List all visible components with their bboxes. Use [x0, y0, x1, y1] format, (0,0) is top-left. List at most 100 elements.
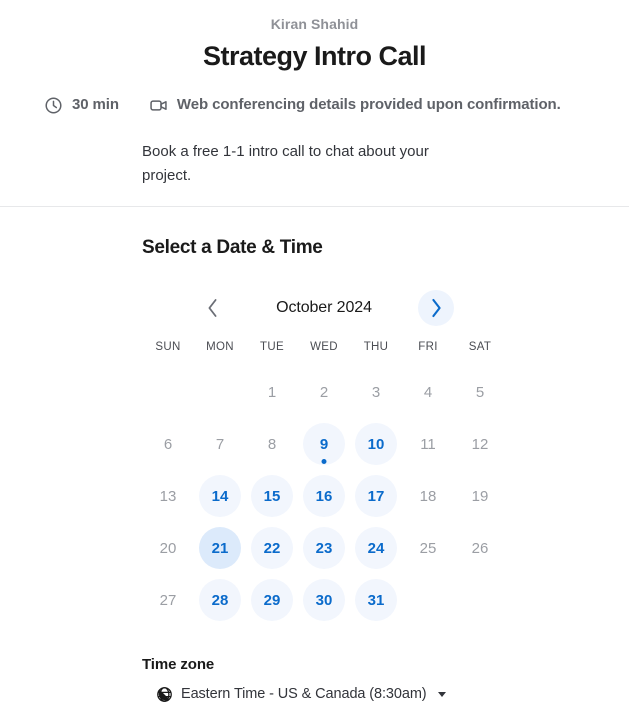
- calendar-day-8: 8: [251, 423, 293, 465]
- day-cell: 1: [246, 366, 298, 418]
- calendar-day-15[interactable]: 15: [251, 475, 293, 517]
- event-header: Kiran Shahid Strategy Intro Call: [0, 0, 629, 74]
- timezone-section: Time zone Eastern Time - US & Canada (8:…: [142, 654, 629, 704]
- calendar-day-20: 20: [147, 527, 189, 569]
- next-month-button[interactable]: [418, 290, 454, 326]
- day-cell: 26: [454, 522, 506, 574]
- weekday-sat: SAT: [468, 341, 492, 353]
- timezone-value: Eastern Time - US & Canada (8:30am): [181, 686, 427, 702]
- calendar-day-26: 26: [459, 527, 501, 569]
- day-cell: 11: [402, 418, 454, 470]
- calendar: October 2024 SUN MON TUE WED THU FRI SAT 12345…: [142, 286, 506, 626]
- calendar-day-21[interactable]: 21: [199, 527, 241, 569]
- duration-label: 30 min: [72, 96, 119, 113]
- day-cell: 24: [350, 522, 402, 574]
- location-item: Web conferencing details provided upon c…: [149, 95, 561, 115]
- month-label: October 2024: [276, 299, 372, 316]
- calendar-day-29[interactable]: 29: [251, 579, 293, 621]
- day-cell: 28: [194, 574, 246, 626]
- day-cell: 2: [298, 366, 350, 418]
- calendar-day-7: 7: [199, 423, 241, 465]
- weekday-mon: MON: [206, 341, 234, 353]
- page-title: Strategy Intro Call: [202, 41, 427, 71]
- calendar-day-13: 13: [147, 475, 189, 517]
- calendar-day-25: 25: [407, 527, 449, 569]
- calendar-day-18: 18: [407, 475, 449, 517]
- weekday-tue: TUE: [260, 341, 284, 353]
- globe-icon: [156, 686, 173, 703]
- calendar-day-2: 2: [303, 371, 345, 413]
- day-cell: 27: [142, 574, 194, 626]
- calendar-day-9[interactable]: 9: [303, 423, 345, 465]
- day-cell: 29: [246, 574, 298, 626]
- timezone-select[interactable]: Eastern Time - US & Canada (8:30am): [156, 684, 446, 704]
- weekday-thu: THU: [363, 341, 389, 353]
- calendar-day-17[interactable]: 17: [355, 475, 397, 517]
- day-cell: 30: [298, 574, 350, 626]
- day-cell: 16: [298, 470, 350, 522]
- calendar-day-19: 19: [459, 475, 501, 517]
- day-cell: 19: [454, 470, 506, 522]
- timezone-title: Time zone: [142, 656, 215, 673]
- day-cell: 6: [142, 418, 194, 470]
- day-cell: 20: [142, 522, 194, 574]
- location-label: Web conferencing details provided upon c…: [176, 96, 561, 113]
- calendar-day-12: 12: [459, 423, 501, 465]
- calendar-day-5: 5: [459, 371, 501, 413]
- calendar-day-1: 1: [251, 371, 293, 413]
- weekday-sun: SUN: [155, 341, 181, 353]
- day-cell: 3: [350, 366, 402, 418]
- calendar-day-31[interactable]: 31: [355, 579, 397, 621]
- day-cell: 21: [194, 522, 246, 574]
- day-cell: 5: [454, 366, 506, 418]
- booking-section: Select a Date & Time October 2024 SUN MON…: [0, 235, 629, 704]
- calendar-day-27: 27: [147, 579, 189, 621]
- calendar-day-10[interactable]: 10: [355, 423, 397, 465]
- day-cell-empty: [194, 366, 246, 418]
- chevron-right-icon: [431, 298, 441, 318]
- calendar-day-30[interactable]: 30: [303, 579, 345, 621]
- day-cell: 15: [246, 470, 298, 522]
- calendar-day-3: 3: [355, 371, 397, 413]
- calendar-day-14[interactable]: 14: [199, 475, 241, 517]
- calendar-day-22[interactable]: 22: [251, 527, 293, 569]
- calendar-day-4: 4: [407, 371, 449, 413]
- day-cell: 4: [402, 366, 454, 418]
- day-cell: 13: [142, 470, 194, 522]
- month-navigation: October 2024: [142, 286, 506, 330]
- prev-month-button[interactable]: [194, 290, 230, 326]
- calendar-day-16[interactable]: 16: [303, 475, 345, 517]
- day-cell: 31: [350, 574, 402, 626]
- section-divider: [0, 206, 629, 207]
- caret-down-icon: [437, 691, 446, 697]
- event-meta: 30 min Web conferencing details provided…: [0, 95, 629, 115]
- booking-page: Kiran Shahid Strategy Intro Call 30 min …: [0, 0, 629, 720]
- day-cell: 10: [350, 418, 402, 470]
- chevron-left-icon: [208, 299, 216, 317]
- weekday-header: SUN MON TUE WED THU FRI SAT: [142, 338, 506, 356]
- calendar-day-11: 11: [407, 423, 449, 465]
- event-description: Book a free 1-1 intro call to chat about…: [142, 143, 429, 184]
- clock-icon: [44, 96, 63, 115]
- calendar-day-28[interactable]: 28: [199, 579, 241, 621]
- today-dot-indicator: [321, 459, 327, 464]
- day-cell: 12: [454, 418, 506, 470]
- day-cell: 25: [402, 522, 454, 574]
- day-cell: 17: [350, 470, 402, 522]
- day-cell: 23: [298, 522, 350, 574]
- day-cell: 22: [246, 522, 298, 574]
- weekday-wed: WED: [310, 341, 338, 353]
- day-grid: 1 2 3 4 5 6 7 8 9 10 11 12 13 14 15 16 17 18 19 20 21 22 23 24 2…: [142, 366, 506, 626]
- select-date-time-title: Select a Date & Time: [142, 237, 323, 258]
- day-cell: 9: [298, 418, 350, 470]
- calendar-day-6: 6: [147, 423, 189, 465]
- day-cell: 18: [402, 470, 454, 522]
- calendar-day-24[interactable]: 24: [355, 527, 397, 569]
- calendar-day-23[interactable]: 23: [303, 527, 345, 569]
- day-cell-empty: [142, 366, 194, 418]
- video-camera-icon: [149, 96, 168, 115]
- day-cell: 8: [246, 418, 298, 470]
- day-cell: 14: [194, 470, 246, 522]
- day-cell: 7: [194, 418, 246, 470]
- duration-item: 30 min: [44, 95, 119, 115]
